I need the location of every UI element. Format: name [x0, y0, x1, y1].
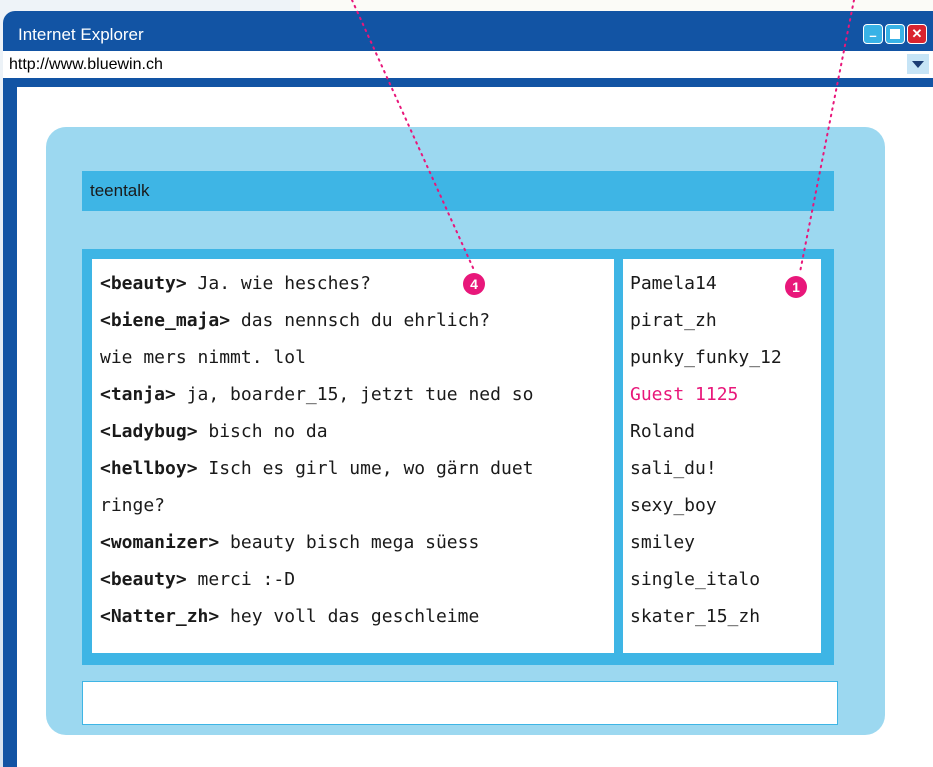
callout-marker-users: 1	[785, 276, 807, 298]
callout-line-users	[799, 0, 855, 273]
callout-marker-messages: 4	[463, 273, 485, 295]
callout-lines	[351, 0, 855, 273]
callout-line-messages	[351, 0, 475, 271]
